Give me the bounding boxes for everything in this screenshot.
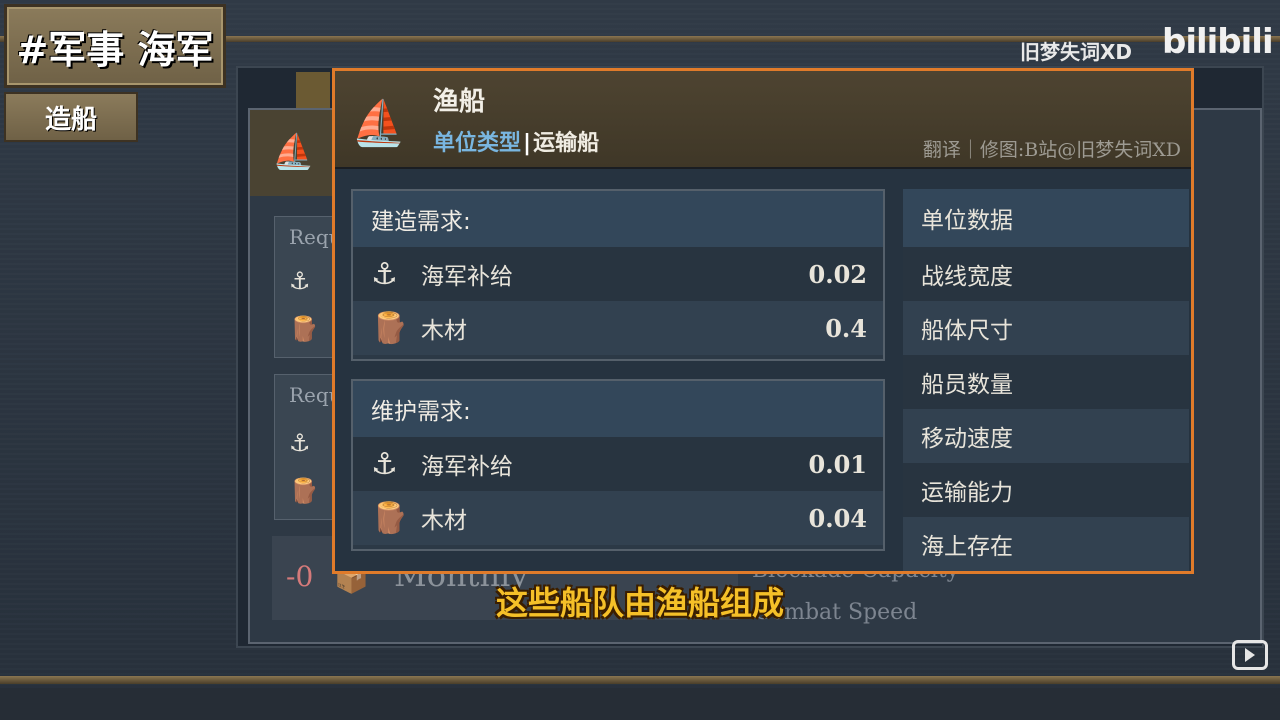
bilibili-logo: bilibili <box>1162 22 1274 62</box>
naval-supply-icon: ⚓ <box>371 446 398 482</box>
translation-credit: 翻译｜修图:B站@旧梦失词XD <box>922 139 1181 161</box>
unit-stats-header: 单位数据 <box>903 189 1189 247</box>
maintenance-requirements-header: 维护需求: <box>353 381 883 437</box>
topic-tag: #军事 海军 <box>4 4 226 88</box>
requirement-row: 🪵 木材 0.04 <box>353 491 883 545</box>
stat-row: 船体尺寸 <box>903 301 1189 355</box>
timber-icon: 🪵 <box>289 477 319 505</box>
requirement-name: 木材 <box>421 508 467 534</box>
requirement-value: 0.01 <box>808 449 867 479</box>
stat-row: 运输能力 <box>903 463 1189 517</box>
timber-icon: 🪵 <box>371 310 409 346</box>
subtopic-tag-label: 造船 <box>44 104 97 135</box>
unit-type-value: 运输船 <box>533 131 600 156</box>
building-icon <box>296 72 330 112</box>
requirement-name: 海军补给 <box>421 454 513 480</box>
stat-row: 战线宽度 <box>903 247 1189 301</box>
video-player-icon[interactable] <box>1232 640 1268 670</box>
unit-tooltip: ⛵ 渔船 单位类型|运输船 翻译｜修图:B站@旧梦失词XD 建造需求: ⚓ 海军… <box>332 68 1194 574</box>
bottom-divider <box>0 676 1280 684</box>
timber-icon: 🪵 <box>289 315 319 343</box>
requirement-value: 0.04 <box>808 503 867 533</box>
fishing-boat-icon: ⛵ <box>351 98 406 149</box>
tooltip-header: ⛵ 渔船 单位类型|运输船 翻译｜修图:B站@旧梦失词XD <box>335 71 1191 169</box>
requirement-value: 0.02 <box>808 259 867 289</box>
ship-icon: ⛵ <box>272 132 315 172</box>
naval-supply-icon: ⚓ <box>289 267 311 295</box>
timber-icon: 🪵 <box>371 500 409 536</box>
uploader-watermark: 旧梦失词XD <box>1020 40 1133 64</box>
background-req-card: Requ ⚓ 🪵 <box>274 374 342 520</box>
requirement-row: ⚓ 海军补给 0.02 <box>353 247 883 301</box>
stat-row: 海上存在 <box>903 517 1189 571</box>
stat-row: 船员数量 <box>903 355 1189 409</box>
unit-name: 渔船 <box>433 87 486 117</box>
video-subtitle: 这些船队由渔船组成 <box>495 584 784 622</box>
stat-row: 移动速度 <box>903 409 1189 463</box>
maintenance-requirements: 维护需求: ⚓ 海军补给 0.01 🪵 木材 0.04 <box>351 379 885 551</box>
unit-stats: 单位数据 战线宽度 船体尺寸 船员数量 移动速度 运输能力 海上存在 <box>903 189 1189 571</box>
requirement-name: 海军补给 <box>421 264 513 290</box>
requirement-row: ⚓ 海军补给 0.01 <box>353 437 883 491</box>
unit-type: 单位类型|运输船 <box>433 125 599 157</box>
topic-tag-label: #军事 海军 <box>16 27 214 72</box>
requirement-value: 0.4 <box>825 313 867 343</box>
naval-supply-icon: ⚓ <box>371 256 398 292</box>
bottom-bar <box>0 688 1280 720</box>
requirement-name: 木材 <box>421 318 467 344</box>
build-requirements: 建造需求: ⚓ 海军补给 0.02 🪵 木材 0.4 <box>351 189 885 361</box>
requirement-row: 🪵 木材 0.4 <box>353 301 883 355</box>
unit-type-separator: | <box>523 131 532 156</box>
background-req-card: Requ ⚓ 🪵 <box>274 216 342 358</box>
build-requirements-header: 建造需求: <box>353 191 883 247</box>
unit-type-key: 单位类型 <box>433 131 522 156</box>
naval-supply-icon: ⚓ <box>289 429 311 457</box>
subtopic-tag: 造船 <box>4 92 138 142</box>
